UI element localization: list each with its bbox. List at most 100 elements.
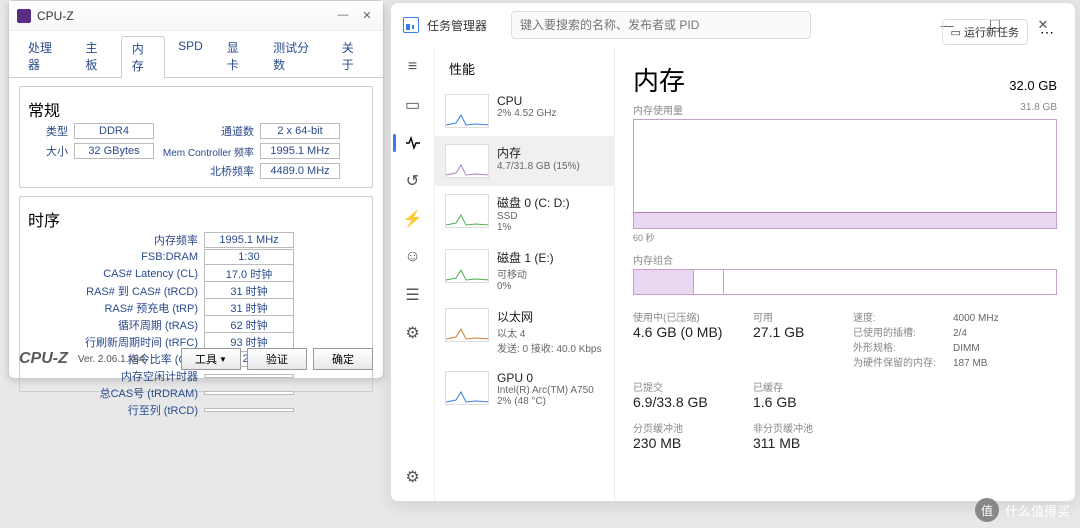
x-axis: 60 秒 [633,231,1057,244]
search-input[interactable] [511,11,811,39]
nav-users-icon[interactable]: ☺ [403,247,423,267]
timing-label: RAS# 到 CAS# (tRCD) [28,283,198,299]
memory-graph[interactable] [633,119,1057,229]
stat-label: 分页缓冲池 [633,420,753,435]
stat-value: 6.9/33.8 GB [633,394,753,410]
timing-value: 1995.1 MHz [204,232,294,248]
card-title: 内存 [497,144,580,161]
stat-value: 230 MB [633,435,753,451]
perf-card[interactable]: CPU2% 4.52 GHz [435,86,614,136]
lbl-nb: 北桥频率 [154,163,254,179]
card-sub2: 1% [497,222,570,233]
perf-card[interactable]: 磁盘 1 (E:)可移动0% [435,241,614,300]
card-sub: Intel(R) Arc(TM) A750 [497,385,594,396]
stat-label: 使用中(已压缩) [633,309,753,324]
timing-label: FSB:DRAM [28,251,198,263]
card-title: CPU [497,94,556,108]
val-type: DDR4 [74,123,154,139]
card-title: GPU 0 [497,371,594,385]
nav-settings-icon[interactable]: ⚙ [403,467,423,487]
nav-startup-icon[interactable]: ⚡ [403,209,423,229]
nav-processes-icon[interactable]: ▭ [403,95,423,115]
card-sub: 可移动 [497,266,554,281]
nav-details-icon[interactable]: ☰ [403,285,423,305]
sparkline [445,144,489,178]
nav-history-icon[interactable]: ↺ [403,171,423,191]
memory-composition[interactable] [633,269,1057,295]
timing-value [204,408,294,412]
lbl-mc: Mem Controller 频率 [154,144,254,159]
tools-button[interactable]: 工具▼ [181,348,241,370]
stat-label: 已提交 [633,379,753,394]
val-nb: 4489.0 MHz [260,163,340,179]
nav-services-icon[interactable]: ⚙ [403,323,423,343]
card-sub: 以太 4 [497,325,602,340]
stat-value: 4.6 GB (0 MB) [633,324,753,340]
timing-value [204,391,294,395]
card-sub2: 发送: 0 接收: 40.0 Kbps [497,340,602,355]
minimize-button[interactable]: — [335,9,351,22]
sparkline [445,371,489,405]
stat-value: 27.1 GB [753,324,853,340]
timing-label: CAS# Latency (CL) [28,268,198,280]
taskmgr-nav: ≡ ▭ ↺ ⚡ ☺ ☰ ⚙ ⚙ [391,47,435,501]
legend-general: 常规 [28,97,364,121]
cpuz-brand: CPU-Z [19,350,68,368]
perf-card[interactable]: 磁盘 0 (C: D:)SSD1% [435,186,614,241]
close-button[interactable]: ✕ [359,9,375,22]
stat-label: 可用 [753,309,853,324]
val-size: 32 GBytes [74,143,154,159]
cpuz-icon [17,9,31,23]
cpuz-titlebar[interactable]: CPU-Z — ✕ [9,1,383,31]
card-title: 磁盘 1 (E:) [497,249,554,266]
lbl-type: 类型 [28,123,68,139]
stat-value: 311 MB [753,435,853,451]
stat-label: 已缓存 [753,379,853,394]
lbl-channels: 通道数 [174,123,254,139]
val-mc: 1995.1 MHz [260,143,340,159]
perf-card[interactable]: GPU 0Intel(R) Arc(TM) A7502% (48 °C) [435,363,614,415]
taskmgr-window: 任务管理器 — ☐ ✕ ≡ ▭ ↺ ⚡ ☺ ☰ ⚙ ⚙ 性能 CPU2% 4.5… [390,2,1076,502]
tab-spd[interactable]: SPD [167,35,214,77]
nav-menu-icon[interactable]: ≡ [403,57,423,77]
run-new-task-button[interactable]: ▭ 运行新任务 [942,19,1028,45]
val-channels: 2 x 64-bit [260,123,340,139]
sparkline [445,308,489,342]
cpuz-tabs: 处理器 主板 内存 SPD 显卡 测试分数 关于 [9,31,383,78]
lbl-size: 大小 [28,143,68,159]
timing-label: 循环周期 (tRAS) [28,317,198,333]
tab-cpu[interactable]: 处理器 [17,35,72,77]
tab-about[interactable]: 关于 [331,35,375,77]
memory-total: 32.0 GB [1009,78,1057,93]
perf-list: 性能 CPU2% 4.52 GHz内存4.7/31.8 GB (15%)磁盘 0… [435,47,615,501]
tab-graphics[interactable]: 显卡 [216,35,260,77]
sparkline [445,94,489,128]
cpuz-version: Ver. 2.06.1.x64 [78,354,145,365]
stat-value: 1.6 GB [753,394,853,410]
perf-card[interactable]: 内存4.7/31.8 GB (15%) [435,136,614,186]
card-sub2: 0% [497,281,554,292]
card-sub2: 2% (48 °C) [497,396,594,407]
nav-performance-icon[interactable] [403,133,423,153]
tab-mainboard[interactable]: 主板 [74,35,118,77]
timing-value: 1:30 [204,249,294,265]
card-sub: SSD [497,211,570,222]
timing-label: 内存频率 [28,232,198,248]
cpuz-title-text: CPU-Z [37,9,74,23]
stat-label: 非分页缓冲池 [753,420,853,435]
ok-button[interactable]: 确定 [313,348,373,370]
usage-label: 内存使用量 [633,102,683,117]
composition-label: 内存组合 [633,252,1057,267]
verify-button[interactable]: 验证 [247,348,307,370]
tab-bench[interactable]: 测试分数 [262,35,329,77]
fieldset-general: 常规 类型 DDR4 通道数 2 x 64-bit 大小 32 GBytes M… [19,86,373,188]
watermark-icon: 值 [975,498,999,522]
timing-value [204,374,294,378]
legend-timings: 时序 [28,207,364,231]
memory-title: 内存 [633,61,685,98]
perf-card[interactable]: 以太网以太 4发送: 0 接收: 40.0 Kbps [435,300,614,363]
memory-panel: ▭ 运行新任务 ⋯ 内存 32.0 GB 内存使用量 31.8 GB 60 秒 … [615,47,1075,501]
usage-max: 31.8 GB [1020,102,1057,117]
tab-memory[interactable]: 内存 [121,36,165,78]
more-button[interactable]: ⋯ [1036,24,1059,41]
